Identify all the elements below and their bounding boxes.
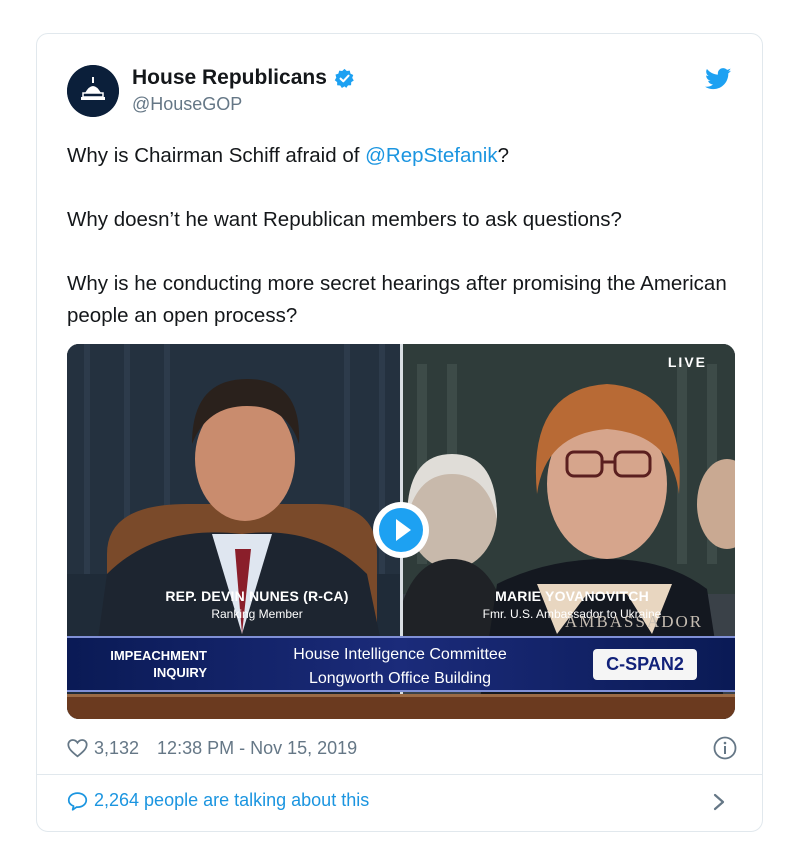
author-name-text[interactable]: House Republicans — [132, 66, 327, 90]
tweet-line-2: Why doesn’t he want Republican members t… — [67, 208, 622, 231]
tweet-line-1-prefix: Why is Chairman Schiff afraid of — [67, 144, 366, 167]
twitter-bird-icon[interactable] — [705, 68, 732, 90]
tweet-line-1-suffix: ? — [497, 144, 510, 167]
video-player[interactable]: LIVE REP. DEVIN NUNES (R-CA) Ranking Mem… — [67, 344, 735, 719]
banner-center: House Intelligence Committee Longworth O… — [235, 643, 565, 691]
news-banner: IMPEACHMENT INQUIRY House Intelligence C… — [67, 636, 735, 692]
left-caption-role: Ranking Member — [211, 607, 303, 621]
tweet-card[interactable]: House Republicans @HouseGOP Why is Chair… — [36, 33, 763, 832]
author-handle[interactable]: @HouseGOP — [132, 94, 242, 115]
mention-link[interactable]: @RepStefanik — [365, 144, 498, 167]
tweet-line-1: Why is Chairman Schiff afraid of @RepSte… — [67, 140, 737, 172]
reply-bubble-icon — [67, 791, 88, 811]
banner-line-1: House Intelligence Committee — [293, 646, 507, 663]
banner-line-2: Longworth Office Building — [308, 670, 492, 687]
like-count[interactable]: 3,132 — [94, 738, 139, 759]
divider — [37, 774, 762, 775]
left-caption: REP. DEVIN NUNES (R-CA) Ranking Member — [127, 588, 387, 621]
info-icon[interactable] — [713, 736, 737, 760]
author-name[interactable]: House Republicans — [132, 66, 355, 90]
timestamp[interactable]: 12:38 PM - Nov 15, 2019 — [157, 738, 357, 759]
chevron-right-icon[interactable] — [712, 792, 726, 812]
left-caption-name: REP. DEVIN NUNES (R-CA) — [165, 588, 349, 604]
tweet-line-3: Why is he conducting more secret hearing… — [67, 272, 727, 327]
right-caption-name: MARIE YOVANOVITCH — [495, 588, 649, 604]
conversation-link[interactable]: 2,264 people are talking about this — [67, 790, 369, 811]
verified-badge-icon — [334, 68, 354, 88]
capitol-logo — [67, 65, 119, 117]
play-icon[interactable] — [372, 501, 430, 559]
tweet-meta: 3,132 12:38 PM - Nov 15, 2019 — [67, 734, 737, 762]
tweet-text: Why is Chairman Schiff afraid of @RepSte… — [67, 140, 737, 332]
network-logo: C-SPAN2 — [593, 649, 697, 680]
live-label: LIVE — [667, 354, 707, 370]
avatar[interactable] — [67, 65, 119, 117]
banner-left-label: IMPEACHMENT INQUIRY — [110, 648, 207, 680]
talking-text[interactable]: 2,264 people are talking about this — [94, 790, 369, 811]
nameplate: AMBASSADOR — [565, 612, 704, 631]
heart-icon[interactable] — [67, 738, 88, 758]
